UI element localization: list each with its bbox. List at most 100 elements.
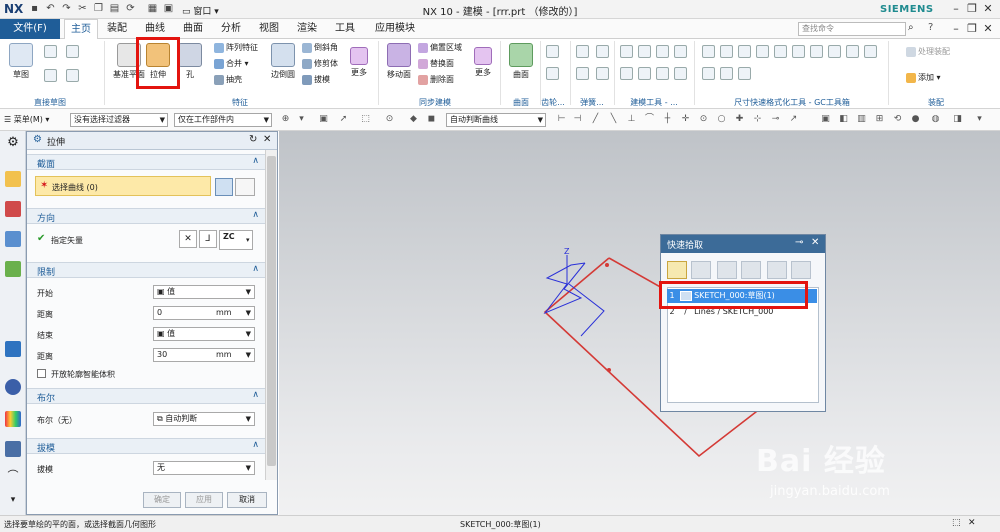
- close-button[interactable]: ✕: [980, 2, 996, 16]
- section-header-boolean[interactable]: 布尔 ∧: [27, 388, 265, 404]
- curve-filter-icon[interactable]: [691, 261, 711, 279]
- reverse-direction-icon[interactable]: ✕: [179, 230, 197, 248]
- hex2-icon[interactable]: [638, 67, 651, 80]
- doc-close-button[interactable]: ✕: [980, 22, 996, 36]
- tab-surface[interactable]: 曲面: [176, 19, 210, 39]
- more-tools-icon[interactable]: ▾: [974, 114, 985, 125]
- view-orient-icon[interactable]: ◧: [838, 114, 849, 125]
- dim-format-8-icon[interactable]: [828, 45, 841, 58]
- body-icon[interactable]: ◼: [426, 114, 437, 125]
- sketch-section-icon[interactable]: [215, 178, 233, 196]
- reuse-library-icon[interactable]: [5, 261, 21, 277]
- apply-button[interactable]: 应用: [185, 492, 223, 508]
- draft-select[interactable]: 无 ▼: [153, 461, 255, 475]
- snap-icon[interactable]: ⊕: [280, 114, 291, 125]
- dim-format-2-icon[interactable]: [720, 45, 733, 58]
- lasso-icon[interactable]: ⬚: [360, 114, 371, 125]
- tab-render[interactable]: 渲染: [290, 19, 324, 39]
- unite-button[interactable]: 合并 ▾: [214, 57, 249, 71]
- part-navigator-icon[interactable]: [5, 231, 21, 247]
- select-curve-row[interactable]: ✶ 选择曲线 (0): [35, 176, 211, 196]
- sketch-geometry[interactable]: Z: [279, 131, 1000, 515]
- dim-format-10-icon[interactable]: [864, 45, 877, 58]
- sketch-button[interactable]: 草图: [4, 41, 38, 91]
- status-clear-icon[interactable]: ✕: [968, 518, 976, 528]
- curve-rule-select[interactable]: 自动判断曲线 ▼: [446, 113, 546, 127]
- spring-delete-icon[interactable]: [576, 67, 589, 80]
- snap-tan-icon[interactable]: ⌒: [644, 114, 655, 125]
- curve-section-icon[interactable]: [235, 178, 255, 196]
- tab-home[interactable]: 主页: [64, 19, 98, 39]
- feature-more-button[interactable]: 更多: [346, 41, 372, 91]
- add-component-button[interactable]: 添加 ▾: [906, 71, 941, 85]
- circle-icon[interactable]: [66, 45, 79, 58]
- tab-application[interactable]: 应用模块: [370, 19, 420, 39]
- scroll-down-icon[interactable]: ▾: [5, 495, 21, 511]
- diameter-icon[interactable]: [656, 67, 669, 80]
- snap-center-icon[interactable]: ⊙: [698, 114, 709, 125]
- process-assembly-button[interactable]: 处理装配: [906, 45, 950, 59]
- dim-format-3-icon[interactable]: [738, 45, 751, 58]
- part-icon[interactable]: ◨: [952, 114, 963, 125]
- replace-face-button[interactable]: 替换面: [418, 57, 454, 71]
- snap-pt-icon[interactable]: ✛: [680, 114, 691, 125]
- surface-button[interactable]: 曲面: [504, 41, 538, 91]
- arc-icon[interactable]: [66, 69, 79, 82]
- tab-tools[interactable]: 工具: [328, 19, 362, 39]
- help-icon[interactable]: ?: [928, 22, 933, 33]
- constraint-navigator-icon[interactable]: [5, 201, 21, 217]
- scope-select[interactable]: 仅在工作部件内 ▼: [174, 113, 272, 127]
- move-face-button[interactable]: 移动面: [382, 41, 416, 91]
- vector-dialog-icon[interactable]: ⅃: [199, 230, 217, 248]
- pattern-feature-button[interactable]: 阵列特征: [214, 41, 258, 55]
- triangle-icon[interactable]: [620, 45, 633, 58]
- type-filter-select[interactable]: 没有选择过滤器 ▼: [70, 113, 168, 127]
- dialog-scrollbar[interactable]: [265, 150, 277, 480]
- end-type-select[interactable]: ▣ 值 ▼: [153, 327, 255, 341]
- snap-quad-icon[interactable]: ┼: [662, 114, 673, 125]
- web-browser-icon[interactable]: [5, 341, 21, 357]
- chamfer-button[interactable]: 倒斜角: [302, 41, 338, 55]
- snap-line-icon[interactable]: ╱: [590, 114, 601, 125]
- gear-model-icon[interactable]: [546, 67, 559, 80]
- face-filter-icon[interactable]: [767, 261, 787, 279]
- section-header-section[interactable]: 截面 ∧: [27, 154, 265, 170]
- nut-icon[interactable]: [674, 45, 687, 58]
- snap-tan2-icon[interactable]: ⊸: [770, 114, 781, 125]
- roles-icon[interactable]: ⌒: [5, 467, 21, 483]
- hole-button[interactable]: 孔: [176, 41, 204, 91]
- trim-body-button[interactable]: 修剪体: [302, 57, 338, 71]
- command-search-input[interactable]: 查找命令: [798, 22, 906, 36]
- doc-minimize-button[interactable]: –: [948, 22, 964, 36]
- cylinder-icon[interactable]: [656, 45, 669, 58]
- dialog-gear-icon[interactable]: ⚙: [33, 134, 42, 145]
- tab-curve[interactable]: 曲线: [138, 19, 172, 39]
- ok-button[interactable]: 确定: [143, 492, 181, 508]
- dim-format-7-icon[interactable]: [810, 45, 823, 58]
- snap-on-icon[interactable]: ↗: [788, 114, 799, 125]
- snap-endpoint-icon[interactable]: ⊢: [556, 114, 567, 125]
- start-distance-input[interactable]: 0 mm ▼: [153, 306, 255, 320]
- ruler-icon[interactable]: [674, 67, 687, 80]
- snap-arc-icon[interactable]: ╲: [608, 114, 619, 125]
- curve-rule-icon[interactable]: ⊙: [384, 114, 395, 125]
- cancel-button[interactable]: 取消: [227, 492, 267, 508]
- dim-format-4-icon[interactable]: [756, 45, 769, 58]
- blend-icon[interactable]: [620, 67, 633, 80]
- quick-pick-close-icon[interactable]: ✕: [811, 237, 819, 248]
- section-header-direction[interactable]: 方向 ∧: [27, 208, 265, 224]
- snap-circle-icon[interactable]: ○: [716, 114, 727, 125]
- status-fullscreen-icon[interactable]: ⬚: [952, 518, 961, 528]
- tab-analysis[interactable]: 分析: [214, 19, 248, 39]
- tab-file[interactable]: 文件(F): [0, 19, 60, 39]
- dim-format-5-icon[interactable]: [774, 45, 787, 58]
- reset-icon[interactable]: ↻: [249, 134, 257, 145]
- filter-icon[interactable]: ▾: [296, 114, 307, 125]
- dim-format-1-icon[interactable]: [702, 45, 715, 58]
- hex-icon[interactable]: [638, 45, 651, 58]
- process-studio-icon[interactable]: [5, 441, 21, 457]
- all-filter-icon[interactable]: [667, 261, 687, 279]
- solid-icon[interactable]: ◆: [408, 114, 419, 125]
- body-filter-icon[interactable]: [741, 261, 761, 279]
- profile-icon[interactable]: [44, 45, 57, 58]
